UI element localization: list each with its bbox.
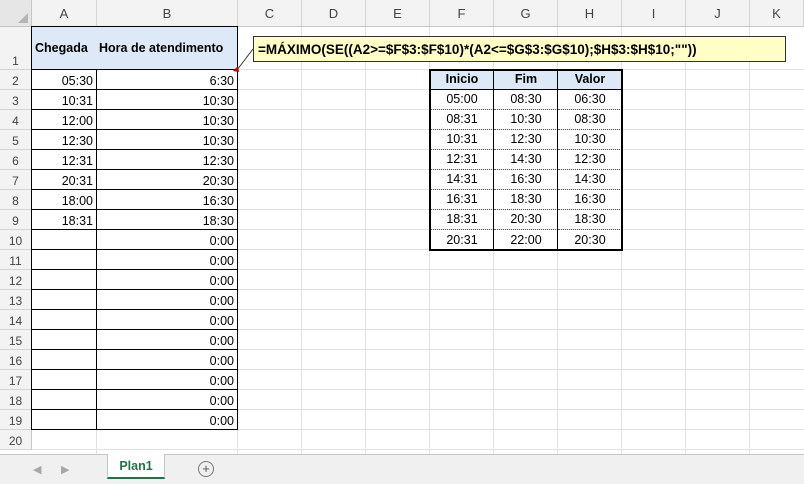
callout-pointer (233, 48, 254, 72)
sheet-tab-plan1[interactable]: Plan1 (107, 454, 165, 479)
add-sheet-icon[interactable]: + (198, 461, 214, 477)
scroll-right-icon[interactable]: ▶ (61, 463, 69, 476)
spreadsheet-grid[interactable]: ABCDEFGHIJK 1 2 3 4 5 6 7 8 9 10 11 12 13 14 15 16 17 18 1… (0, 0, 804, 454)
sheet-tab-bar: ◀ ▶ Plan1 + (0, 454, 804, 484)
formula-callout: =MÁXIMO(SE((A2>=$F$3:$F$10)*(A2<=$G$3:$G… (253, 36, 786, 62)
comment-indicator-icon (233, 66, 239, 72)
scroll-left-icon[interactable]: ◀ (33, 463, 41, 476)
